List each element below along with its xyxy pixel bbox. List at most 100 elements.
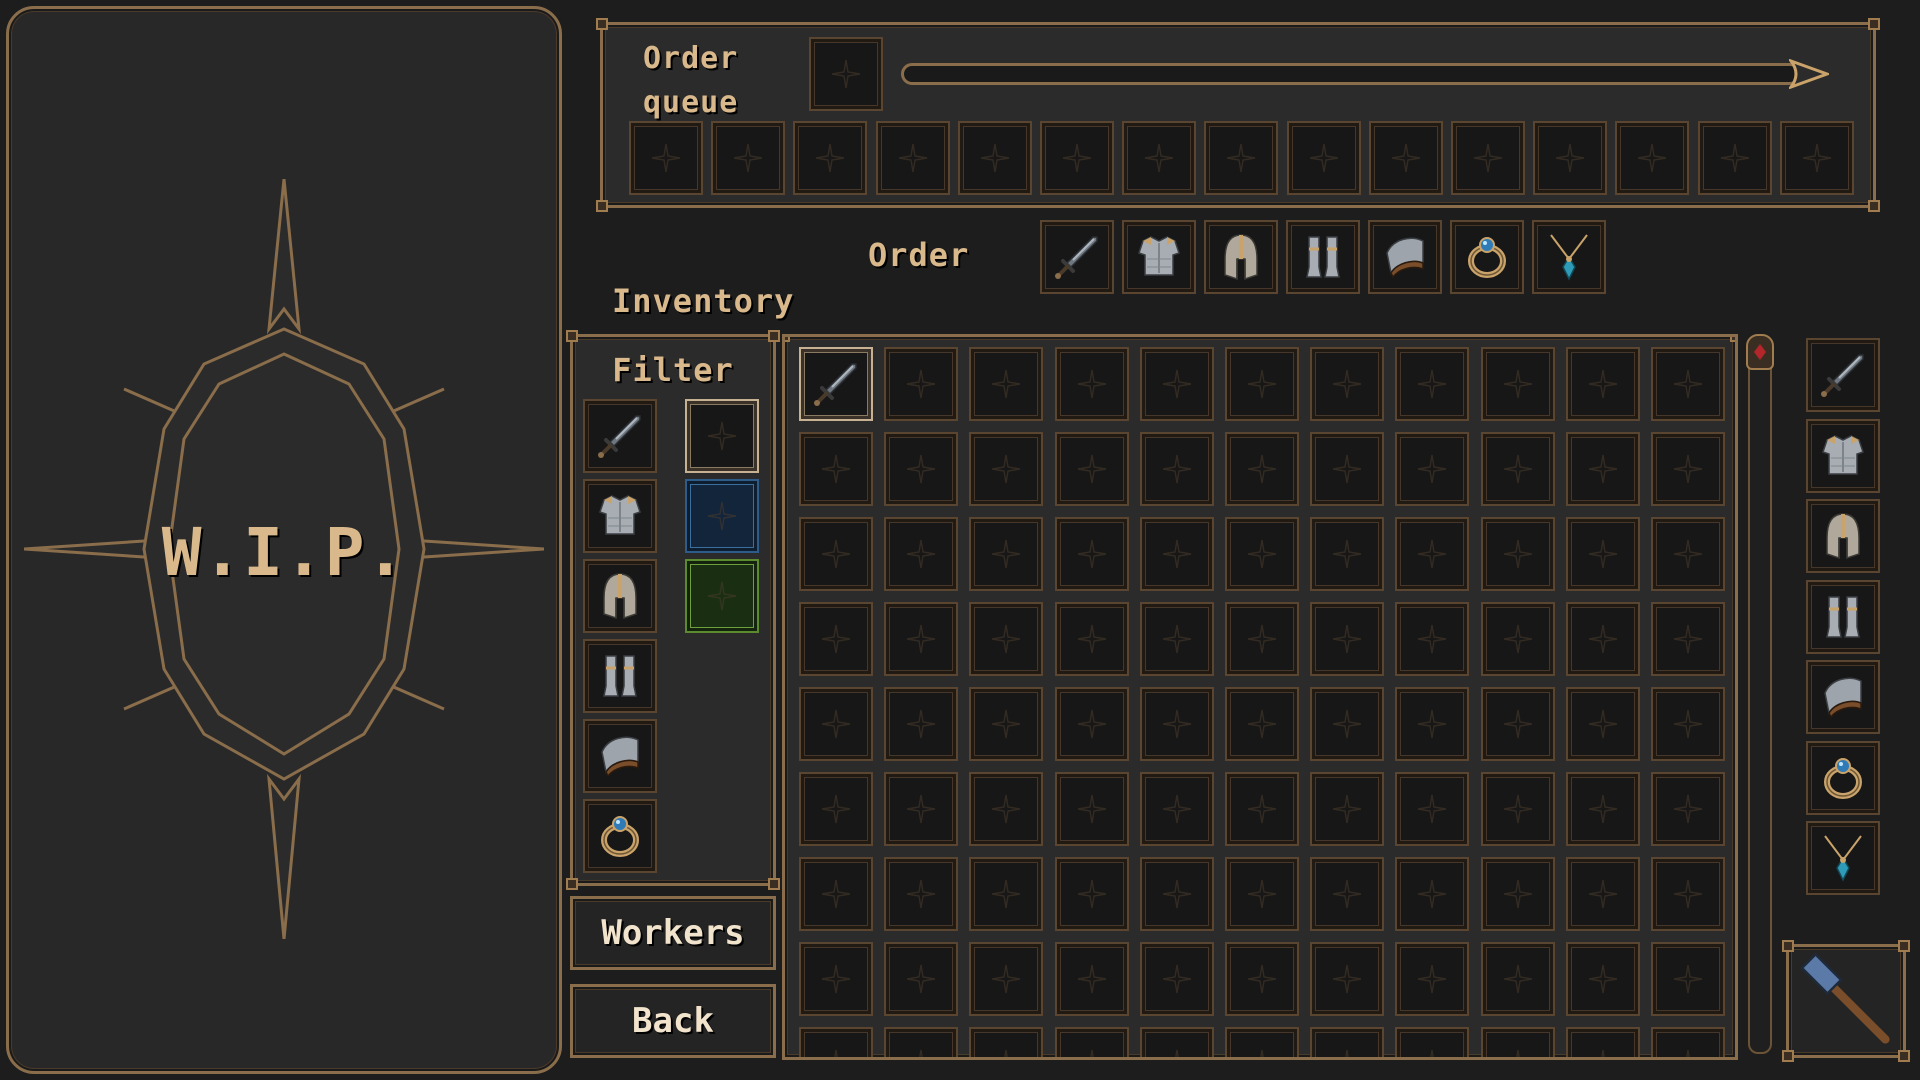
inventory-slot[interactable] [1480,857,1555,931]
inventory-slot[interactable] [1139,517,1214,591]
inventory-slot[interactable] [1310,1027,1385,1057]
inventory-slot[interactable] [1139,687,1214,761]
category-helmet[interactable] [1806,499,1880,573]
inventory-slot[interactable] [969,517,1044,591]
inventory-slot[interactable] [884,602,959,676]
order-item-sword[interactable] [1040,220,1114,294]
inventory-slot[interactable] [799,347,873,421]
inventory-slot[interactable] [969,602,1044,676]
inventory-slot[interactable] [1054,857,1129,931]
queue-slot[interactable] [875,121,950,195]
queue-slot[interactable] [1122,121,1197,195]
inventory-slot[interactable] [1310,857,1385,931]
filter-sword[interactable] [583,399,657,473]
inventory-slot[interactable] [1395,517,1470,591]
rarity-filter-uncommon[interactable] [685,559,759,633]
inventory-slot[interactable] [1565,857,1640,931]
inventory-slot[interactable] [884,347,959,421]
queue-slot[interactable] [1697,121,1772,195]
inventory-slot[interactable] [969,432,1044,506]
inventory-slot[interactable] [969,857,1044,931]
inventory-slot[interactable] [1480,347,1555,421]
inventory-slot[interactable] [1225,347,1299,421]
order-item-greaves[interactable] [1286,220,1360,294]
inventory-slot[interactable] [1310,772,1385,846]
order-item-ring[interactable] [1450,220,1524,294]
inventory-slot[interactable] [1395,1027,1470,1057]
inventory-scrollbar[interactable] [1746,334,1774,1054]
scrollbar-thumb[interactable] [1746,334,1774,370]
inventory-slot[interactable] [799,432,873,506]
inventory-slot[interactable] [1310,602,1385,676]
inventory-slot[interactable] [1651,942,1725,1016]
inventory-slot[interactable] [799,1027,873,1057]
inventory-slot[interactable] [1139,602,1214,676]
order-item-bracer[interactable] [1368,220,1442,294]
inventory-slot[interactable] [1651,517,1725,591]
inventory-slot[interactable] [1395,432,1470,506]
category-greaves[interactable] [1806,579,1880,654]
inventory-slot[interactable] [1480,517,1555,591]
workers-button[interactable]: Workers [570,896,776,970]
inventory-slot[interactable] [799,772,873,846]
inventory-slot[interactable] [1480,432,1555,506]
queue-slot[interactable] [1451,121,1525,195]
inventory-slot[interactable] [1565,687,1640,761]
inventory-slot[interactable] [1651,857,1725,931]
inventory-slot[interactable] [1395,687,1470,761]
filter-chestplate[interactable] [583,479,657,553]
inventory-slot[interactable] [969,942,1044,1016]
queue-slot[interactable] [711,121,786,195]
inventory-slot[interactable] [799,602,873,676]
queue-slot[interactable] [1615,121,1690,195]
inventory-slot[interactable] [1054,942,1129,1016]
inventory-slot[interactable] [1395,602,1470,676]
order-item-amulet[interactable] [1532,220,1606,294]
inventory-slot[interactable] [1225,602,1299,676]
inventory-slot[interactable] [1225,1027,1299,1057]
inventory-slot[interactable] [799,857,873,931]
inventory-slot[interactable] [884,942,959,1016]
inventory-slot[interactable] [1480,602,1555,676]
inventory-slot[interactable] [1395,772,1470,846]
inventory-slot[interactable] [1480,772,1555,846]
rarity-filter-common[interactable] [685,399,759,473]
inventory-slot[interactable] [1310,347,1385,421]
inventory-slot[interactable] [884,687,959,761]
inventory-slot[interactable] [1565,432,1640,506]
category-chestplate[interactable] [1806,418,1880,493]
inventory-slot[interactable] [1225,942,1299,1016]
inventory-slot[interactable] [1139,772,1214,846]
filter-greaves[interactable] [583,639,657,713]
inventory-slot[interactable] [1480,687,1555,761]
inventory-slot[interactable] [1651,347,1725,421]
inventory-slot[interactable] [1054,772,1129,846]
inventory-slot[interactable] [1565,1027,1640,1057]
inventory-slot[interactable] [1565,347,1640,421]
queue-slot[interactable] [1533,121,1608,195]
inventory-slot[interactable] [1225,772,1299,846]
back-button[interactable]: Back [570,984,776,1058]
inventory-slot[interactable] [1054,517,1129,591]
inventory-slot[interactable] [969,347,1044,421]
inventory-slot[interactable] [1395,347,1470,421]
queue-slot[interactable] [1204,121,1279,195]
inventory-slot[interactable] [884,1027,959,1057]
inventory-slot[interactable] [1139,942,1214,1016]
queue-slot[interactable] [957,121,1032,195]
inventory-slot[interactable] [884,857,959,931]
filter-helmet[interactable] [583,559,657,633]
inventory-slot[interactable] [1225,687,1299,761]
inventory-slot[interactable] [1480,942,1555,1016]
inventory-slot[interactable] [1310,517,1385,591]
inventory-slot[interactable] [1054,1027,1129,1057]
inventory-slot[interactable] [1139,857,1214,931]
inventory-slot[interactable] [1054,347,1129,421]
craft-tool-panel[interactable] [1782,940,1910,1062]
inventory-slot[interactable] [1310,687,1385,761]
category-bracer[interactable] [1806,660,1880,734]
inventory-slot[interactable] [1225,517,1299,591]
inventory-slot[interactable] [884,772,959,846]
inventory-slot[interactable] [1651,602,1725,676]
filter-bracer[interactable] [583,719,657,793]
